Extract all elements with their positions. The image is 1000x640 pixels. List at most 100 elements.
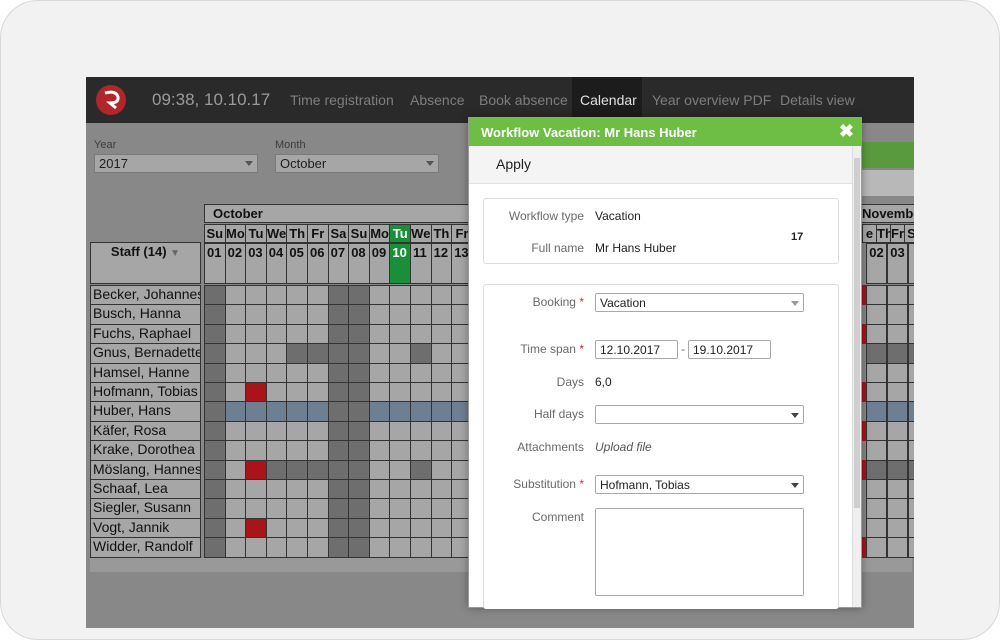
calendar-cell[interactable] xyxy=(368,517,391,539)
calendar-cell[interactable] xyxy=(368,420,391,442)
calendar-cell[interactable] xyxy=(368,537,391,558)
calendar-cell[interactable] xyxy=(307,459,329,480)
calendar-cell[interactable] xyxy=(410,440,432,461)
calendar-cell[interactable] xyxy=(204,343,226,364)
calendar-cell[interactable] xyxy=(430,459,453,480)
calendar-cell[interactable] xyxy=(430,362,453,383)
calendar-cell[interactable] xyxy=(908,343,914,364)
comment-textarea[interactable] xyxy=(595,508,804,596)
calendar-cell[interactable] xyxy=(430,343,453,364)
calendar-cell[interactable] xyxy=(887,498,908,519)
calendar-cell[interactable] xyxy=(430,420,453,442)
calendar-cell[interactable] xyxy=(887,285,908,306)
calendar-cell[interactable] xyxy=(327,459,350,480)
calendar-cell[interactable] xyxy=(245,323,267,345)
month-select[interactable]: October xyxy=(275,154,439,173)
calendar-cell[interactable] xyxy=(327,304,350,325)
calendar-cell[interactable] xyxy=(286,382,308,403)
calendar-cell[interactable] xyxy=(224,323,247,345)
calendar-cell[interactable] xyxy=(327,323,350,345)
calendar-cell[interactable] xyxy=(389,362,411,383)
calendar-cell[interactable] xyxy=(866,304,887,325)
calendar-cell[interactable] xyxy=(204,498,226,519)
calendar-cell[interactable] xyxy=(307,498,329,519)
calendar-cell[interactable] xyxy=(224,401,247,422)
calendar-cell[interactable] xyxy=(887,420,908,442)
calendar-cell[interactable] xyxy=(265,420,288,442)
calendar-cell[interactable] xyxy=(286,304,308,325)
calendar-cell[interactable] xyxy=(887,440,908,461)
calendar-cell[interactable] xyxy=(327,420,350,442)
calendar-cell[interactable] xyxy=(410,382,432,403)
calendar-cell[interactable] xyxy=(245,285,267,306)
calendar-cell[interactable] xyxy=(224,498,247,519)
calendar-cell[interactable] xyxy=(224,517,247,539)
calendar-cell[interactable] xyxy=(866,401,887,422)
calendar-cell[interactable] xyxy=(908,323,914,345)
calendar-cell[interactable] xyxy=(430,401,453,422)
calendar-cell[interactable] xyxy=(348,285,370,306)
calendar-cell[interactable] xyxy=(265,440,288,461)
nav-time-registration[interactable]: Time registration xyxy=(290,92,394,108)
calendar-cell[interactable] xyxy=(204,517,226,539)
calendar-cell[interactable] xyxy=(224,479,247,500)
calendar-cell[interactable] xyxy=(286,285,308,306)
calendar-cell[interactable] xyxy=(265,304,288,325)
calendar-cell[interactable] xyxy=(245,459,267,480)
staff-row-name[interactable]: Käfer, Rosa xyxy=(90,420,201,442)
calendar-cell[interactable] xyxy=(224,420,247,442)
calendar-cell[interactable] xyxy=(224,440,247,461)
calendar-cell[interactable] xyxy=(866,498,887,519)
staff-row-name[interactable]: Siegler, Susann xyxy=(90,498,201,519)
calendar-cell[interactable] xyxy=(286,401,308,422)
calendar-cell[interactable] xyxy=(430,517,453,539)
calendar-cell[interactable] xyxy=(265,285,288,306)
calendar-cell[interactable] xyxy=(348,362,370,383)
calendar-cell[interactable] xyxy=(204,362,226,383)
calendar-cell[interactable] xyxy=(908,498,914,519)
calendar-cell[interactable] xyxy=(265,517,288,539)
calendar-cell[interactable] xyxy=(286,440,308,461)
modal-scrollbar[interactable] xyxy=(852,146,861,607)
calendar-cell[interactable] xyxy=(908,517,914,539)
calendar-cell[interactable] xyxy=(866,382,887,403)
calendar-cell[interactable] xyxy=(348,323,370,345)
calendar-cell[interactable] xyxy=(327,537,350,558)
calendar-cell[interactable] xyxy=(286,479,308,500)
calendar-cell[interactable] xyxy=(410,459,432,480)
calendar-cell[interactable] xyxy=(887,362,908,383)
calendar-cell[interactable] xyxy=(204,420,226,442)
calendar-cell[interactable] xyxy=(430,537,453,558)
calendar-cell[interactable] xyxy=(307,304,329,325)
calendar-cell[interactable] xyxy=(245,440,267,461)
calendar-cell[interactable] xyxy=(410,323,432,345)
calendar-cell[interactable] xyxy=(887,459,908,480)
calendar-cell[interactable] xyxy=(307,440,329,461)
calendar-cell[interactable] xyxy=(410,517,432,539)
calendar-cell[interactable] xyxy=(430,382,453,403)
calendar-cell[interactable] xyxy=(348,343,370,364)
calendar-cell[interactable] xyxy=(286,362,308,383)
staff-row-name[interactable]: Möslang, Hannes xyxy=(90,459,201,480)
calendar-cell[interactable] xyxy=(389,304,411,325)
nav-details-view[interactable]: Details view xyxy=(780,92,855,108)
calendar-cell[interactable] xyxy=(286,537,308,558)
time-to-input[interactable]: 19.10.2017 xyxy=(688,340,771,359)
calendar-cell[interactable] xyxy=(866,440,887,461)
calendar-cell[interactable] xyxy=(348,401,370,422)
calendar-cell[interactable] xyxy=(887,537,908,558)
calendar-cell[interactable] xyxy=(866,285,887,306)
calendar-cell[interactable] xyxy=(245,304,267,325)
calendar-cell[interactable] xyxy=(286,498,308,519)
calendar-cell[interactable] xyxy=(389,537,411,558)
calendar-cell[interactable] xyxy=(307,517,329,539)
calendar-cell[interactable] xyxy=(245,537,267,558)
calendar-cell[interactable] xyxy=(368,440,391,461)
staff-row-name[interactable]: Hofmann, Tobias xyxy=(90,382,201,403)
calendar-cell[interactable] xyxy=(245,517,267,539)
substitution-select[interactable]: Hofmann, Tobias xyxy=(595,475,804,494)
calendar-cell[interactable] xyxy=(410,498,432,519)
calendar-cell[interactable] xyxy=(887,401,908,422)
calendar-cell[interactable] xyxy=(307,537,329,558)
calendar-cell[interactable] xyxy=(204,440,226,461)
